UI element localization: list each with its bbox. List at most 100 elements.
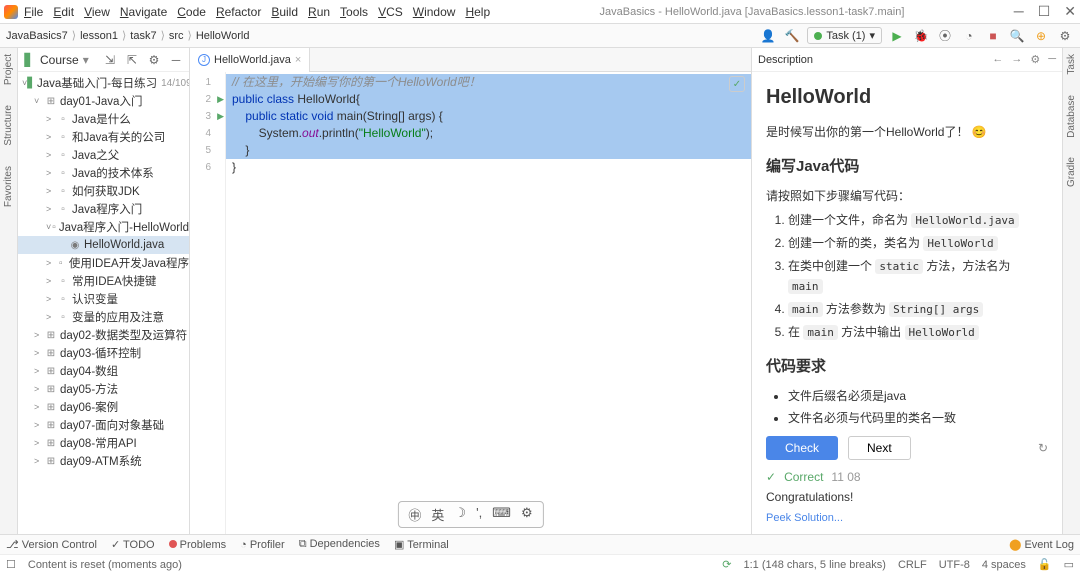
ime-item[interactable]: ', xyxy=(476,505,482,524)
chevron-down-icon[interactable]: ▾ xyxy=(83,53,89,67)
bottom-tool-version-control[interactable]: ⎇ Version Control xyxy=(6,538,97,551)
tree-node[interactable]: ˃▫Java的技术体系 xyxy=(18,164,189,182)
ime-item[interactable]: 英 xyxy=(431,505,444,524)
settings-plus-icon[interactable]: ⊕ xyxy=(1032,27,1050,45)
code-line[interactable]: public class HelloWorld{ xyxy=(226,91,751,108)
close-icon[interactable]: ✕ xyxy=(1064,3,1076,20)
menu-refactor[interactable]: Refactor xyxy=(216,5,261,19)
right-tool-task[interactable]: Task xyxy=(1066,54,1077,75)
tree-node[interactable]: ˃▫使用IDEA开发Java程序 xyxy=(18,254,189,272)
tree-node[interactable]: ˃⊞day05-方法 xyxy=(18,380,189,398)
breadcrumb-item[interactable]: HelloWorld xyxy=(196,30,250,42)
ime-item[interactable]: ⌨ xyxy=(492,505,511,524)
add-user-icon[interactable]: 👤 xyxy=(759,27,777,45)
breadcrumb-item[interactable]: JavaBasics7 xyxy=(6,30,68,42)
tree-node[interactable]: ˃⊞day07-面向对象基础 xyxy=(18,416,189,434)
coverage-icon[interactable]: ⦿ xyxy=(936,27,954,45)
course-tree[interactable]: ˅▋Java基础入门-每日练习14/109˅⊞day01-Java入门˃▫Jav… xyxy=(18,72,189,534)
tree-node[interactable]: ˃▫和Java有关的公司 xyxy=(18,128,189,146)
ime-item[interactable]: ⚙ xyxy=(521,505,533,524)
expand-all-icon[interactable]: ⇲ xyxy=(101,51,119,69)
tree-node[interactable]: ˅▫Java程序入门-HelloWorld xyxy=(18,218,189,236)
close-tab-icon[interactable]: × xyxy=(295,54,301,66)
maximize-icon[interactable]: ☐ xyxy=(1038,3,1051,20)
tree-node[interactable]: ˅▋Java基础入门-每日练习14/109 xyxy=(18,74,189,92)
tree-node[interactable]: ˃▫变量的应用及注意 xyxy=(18,308,189,326)
peek-solution-link[interactable]: Peek Solution... xyxy=(752,512,1062,534)
file-encoding[interactable]: UTF-8 xyxy=(939,559,970,571)
caret-position[interactable]: 1:1 (148 chars, 5 line breaks) xyxy=(743,559,885,571)
tree-node[interactable]: ˃⊞day08-常用API xyxy=(18,434,189,452)
ime-toolbar[interactable]: ㊥英 ☽ ', ⌨ ⚙ xyxy=(397,501,543,528)
sidebar-gear-icon[interactable]: ⚙ xyxy=(145,51,163,69)
menu-edit[interactable]: Edit xyxy=(53,5,74,19)
breadcrumb-item[interactable]: lesson1 xyxy=(80,30,118,42)
menu-window[interactable]: Window xyxy=(413,5,456,19)
menu-build[interactable]: Build xyxy=(271,5,298,19)
hide-icon[interactable]: ─ xyxy=(167,51,185,69)
tree-node[interactable]: ˃▫Java是什么 xyxy=(18,110,189,128)
settings-icon[interactable]: ⚙ xyxy=(1056,27,1074,45)
run-gutter-icon[interactable]: ▶ xyxy=(217,111,224,122)
run-icon[interactable]: ▶ xyxy=(888,27,906,45)
line-separator[interactable]: CRLF xyxy=(898,559,927,571)
minimize-icon[interactable]: ─ xyxy=(1014,3,1024,20)
bottom-tool-profiler[interactable]: ◔ Profiler xyxy=(240,539,285,551)
collapse-icon[interactable]: ⇱ xyxy=(123,51,141,69)
menu-file[interactable]: File xyxy=(24,5,43,19)
tree-file[interactable]: ◉HelloWorld.java xyxy=(18,236,189,254)
tree-node[interactable]: ˃⊞day04-数组 xyxy=(18,362,189,380)
bottom-tool-problems[interactable]: Problems xyxy=(169,539,227,551)
menu-navigate[interactable]: Navigate xyxy=(120,5,167,19)
tree-node[interactable]: ˃⊞day09-ATM系统 xyxy=(18,452,189,470)
hide-desc-icon[interactable]: ─ xyxy=(1048,53,1056,66)
editor-tab[interactable]: J HelloWorld.java × xyxy=(190,48,310,72)
next-button[interactable]: Next xyxy=(848,436,911,460)
code-line[interactable]: public static void main(String[] args) { xyxy=(226,108,751,125)
code-line[interactable]: // 在这里，开始编写你的第一个HelloWorld吧！ xyxy=(226,74,751,91)
breadcrumb-item[interactable]: task7 xyxy=(130,30,156,42)
tree-node[interactable]: ˃⊞day02-数据类型及运算符 xyxy=(18,326,189,344)
memory-indicator-icon[interactable]: ▭ xyxy=(1064,558,1074,571)
tree-node[interactable]: ˃▫Java程序入门 xyxy=(18,200,189,218)
refresh-icon[interactable]: ↻ xyxy=(1038,441,1048,455)
run-config-combo[interactable]: Task (1) ▾ xyxy=(807,27,882,44)
indent-setting[interactable]: 4 spaces xyxy=(982,559,1026,571)
editor-body[interactable]: 12▶3▶456 // 在这里，开始编写你的第一个HelloWorld吧！pub… xyxy=(190,72,751,534)
bottom-tool-terminal[interactable]: ▣ Terminal xyxy=(394,538,449,551)
search-icon[interactable]: 🔍 xyxy=(1008,27,1026,45)
menu-help[interactable]: Help xyxy=(465,5,490,19)
ime-item[interactable]: ㊥ xyxy=(408,505,421,524)
event-log[interactable]: ⬤ Event Log xyxy=(1009,538,1074,551)
menu-vcs[interactable]: VCS xyxy=(378,5,403,19)
code-area[interactable]: // 在这里，开始编写你的第一个HelloWorld吧！public class… xyxy=(226,72,751,534)
tree-node[interactable]: ˃⊞day03-循环控制 xyxy=(18,344,189,362)
back-icon[interactable]: ← xyxy=(992,53,1003,66)
sync-ok-icon[interactable]: ⟳ xyxy=(722,558,731,571)
run-gutter-icon[interactable]: ▶ xyxy=(217,94,224,105)
menu-code[interactable]: Code xyxy=(177,5,206,19)
left-tool-favorites[interactable]: Favorites xyxy=(3,166,14,207)
right-tool-gradle[interactable]: Gradle xyxy=(1066,157,1077,187)
build-icon[interactable]: 🔨 xyxy=(783,27,801,45)
code-line[interactable]: } xyxy=(226,142,751,159)
left-tool-structure[interactable]: Structure xyxy=(3,105,14,146)
left-tool-project[interactable]: Project xyxy=(3,54,14,85)
bottom-tool-dependencies[interactable]: ⧉ Dependencies xyxy=(299,538,380,551)
debug-icon[interactable]: 🐞 xyxy=(912,27,930,45)
right-tool-database[interactable]: Database xyxy=(1066,95,1077,138)
tree-node[interactable]: ˃▫认识变量 xyxy=(18,290,189,308)
inspection-ok-icon[interactable]: ✓ xyxy=(729,76,745,92)
forward-icon[interactable]: → xyxy=(1011,53,1022,66)
ime-item[interactable]: ☽ xyxy=(454,505,466,524)
code-line[interactable]: System.out.println("HelloWorld"); xyxy=(226,125,751,142)
desc-gear-icon[interactable]: ⚙ xyxy=(1030,53,1040,66)
menu-run[interactable]: Run xyxy=(308,5,330,19)
stop-icon[interactable]: ■ xyxy=(984,27,1002,45)
menu-tools[interactable]: Tools xyxy=(340,5,368,19)
description-tab[interactable]: Description xyxy=(758,54,813,66)
tree-node[interactable]: ˃▫如何获取JDK xyxy=(18,182,189,200)
tree-node[interactable]: ˃▫常用IDEA快捷键 xyxy=(18,272,189,290)
readonly-lock-icon[interactable]: 🔓 xyxy=(1038,558,1052,571)
check-button[interactable]: Check xyxy=(766,436,838,460)
